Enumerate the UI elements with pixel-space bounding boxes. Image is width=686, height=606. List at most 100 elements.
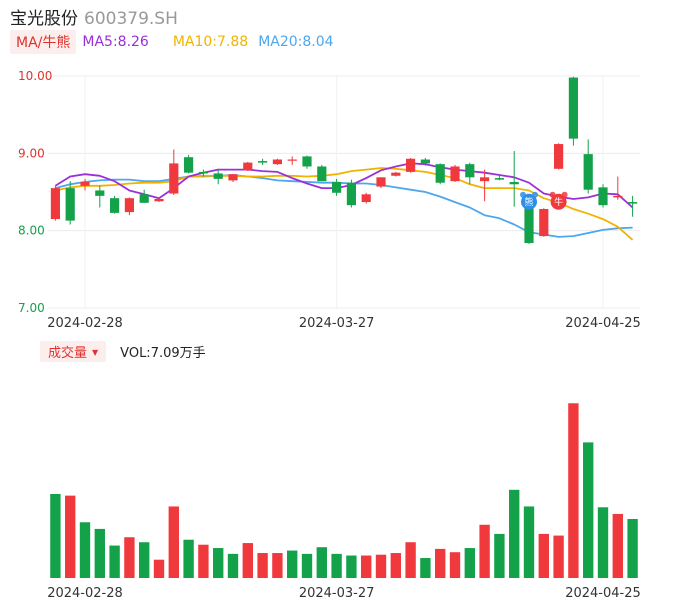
candle-body (539, 209, 549, 237)
candle-down (317, 164, 327, 182)
candle-up (406, 157, 416, 173)
volume-bar (583, 442, 594, 578)
volume-bar (242, 543, 253, 578)
candle-down (184, 154, 194, 174)
y-tick-label: 8.00 (18, 224, 45, 238)
candle-up (391, 171, 401, 177)
candle-up (361, 192, 371, 204)
candle-down (139, 189, 149, 203)
candle-body (50, 188, 60, 220)
x-tick-label: 2024-03-27 (299, 316, 375, 331)
volume-bar (287, 550, 298, 578)
x-tick-label: 2024-03-27 (299, 586, 375, 601)
volume-x-axis: 2024-02-28 2024-03-27 2024-04-25 (47, 586, 641, 601)
candle-body (228, 174, 238, 181)
candle-up (272, 158, 282, 165)
volume-bar (65, 495, 76, 578)
volume-bar (390, 553, 401, 578)
volume-bar (361, 555, 372, 578)
candle-body (628, 202, 638, 204)
volume-bar (213, 548, 224, 578)
volume-bar (94, 528, 105, 578)
volume-bar (523, 506, 535, 578)
candle-body (169, 163, 179, 194)
candle-down (302, 155, 312, 169)
candle-up (50, 185, 60, 221)
candle-body (110, 198, 120, 213)
candle-body (435, 164, 445, 183)
candle-down (332, 178, 342, 196)
candle-down (435, 163, 445, 185)
candle-body (524, 206, 534, 244)
candle-body (287, 159, 297, 161)
candle-body (583, 154, 593, 190)
price-x-axis: 2024-02-28 2024-03-27 2024-04-25 (47, 316, 641, 331)
candle-down (110, 195, 120, 214)
candle-body (258, 161, 268, 163)
candle-up (80, 178, 90, 191)
candle-body (420, 159, 430, 164)
candle-down (583, 139, 593, 194)
candle-body (95, 190, 105, 196)
candle-body (376, 177, 386, 187)
y-tick-label: 7.00 (18, 301, 45, 315)
bear-icon: 熊 (520, 191, 538, 210)
candle-down (524, 205, 534, 244)
bull-icon: 牛 (549, 191, 568, 210)
bull-bear-markers: 熊牛 (520, 191, 568, 210)
kline-chart[interactable]: 10.009.008.007.00 2024-02-28 2024-03-27 20… (0, 0, 686, 606)
candle-body (494, 178, 504, 180)
candle-body (243, 162, 253, 171)
volume-bar (50, 493, 61, 578)
candle-body (317, 166, 327, 182)
candle-up (169, 149, 179, 196)
y-tick-label: 10.00 (18, 69, 52, 83)
candle-body (198, 171, 208, 174)
volume-bar (464, 548, 475, 578)
candle-body (213, 173, 223, 179)
volume-bar (153, 559, 165, 578)
candle-body (480, 177, 490, 182)
candle-body (450, 166, 460, 182)
candle-down (628, 195, 638, 217)
volume-bar (435, 548, 446, 578)
volume-bar (568, 403, 579, 578)
candle-body (139, 194, 149, 203)
candle-down (598, 184, 608, 208)
candle-up (287, 156, 297, 165)
x-tick-label: 2024-04-25 (565, 586, 641, 601)
candle-body (568, 77, 578, 139)
candle-up (376, 177, 386, 189)
candle-down (258, 158, 268, 165)
candle-body (65, 188, 75, 221)
volume-bar (139, 542, 150, 578)
candle-up (539, 208, 549, 237)
candle-down (568, 76, 578, 146)
x-tick-label: 2024-04-25 (565, 316, 641, 331)
x-tick-label: 2024-02-28 (47, 316, 123, 331)
y-tick-label: 9.00 (18, 146, 45, 160)
candle-body (346, 182, 356, 206)
candle-body (361, 194, 371, 203)
volume-bar (272, 553, 283, 578)
candle-body (124, 198, 134, 213)
volume-bar (301, 553, 313, 578)
candle-body (465, 164, 475, 178)
price-y-axis: 10.00 9.00 8.00 7.00 (18, 69, 52, 315)
volume-bar (257, 553, 268, 578)
volume-bar (597, 507, 609, 578)
volume-bar (449, 552, 461, 578)
candle-up (450, 164, 460, 182)
volume-bar (405, 542, 416, 578)
candle-body (272, 159, 282, 165)
candle-down (465, 162, 475, 185)
volume-bar (479, 524, 490, 578)
volume-bar (168, 506, 179, 578)
volume-bar (375, 554, 387, 578)
marker-glyph: 牛 (554, 196, 563, 208)
volume-bar (124, 537, 135, 578)
candle-up (480, 169, 490, 202)
volume-bar (553, 535, 564, 578)
candle-down (346, 179, 356, 208)
candle-down (95, 185, 105, 208)
